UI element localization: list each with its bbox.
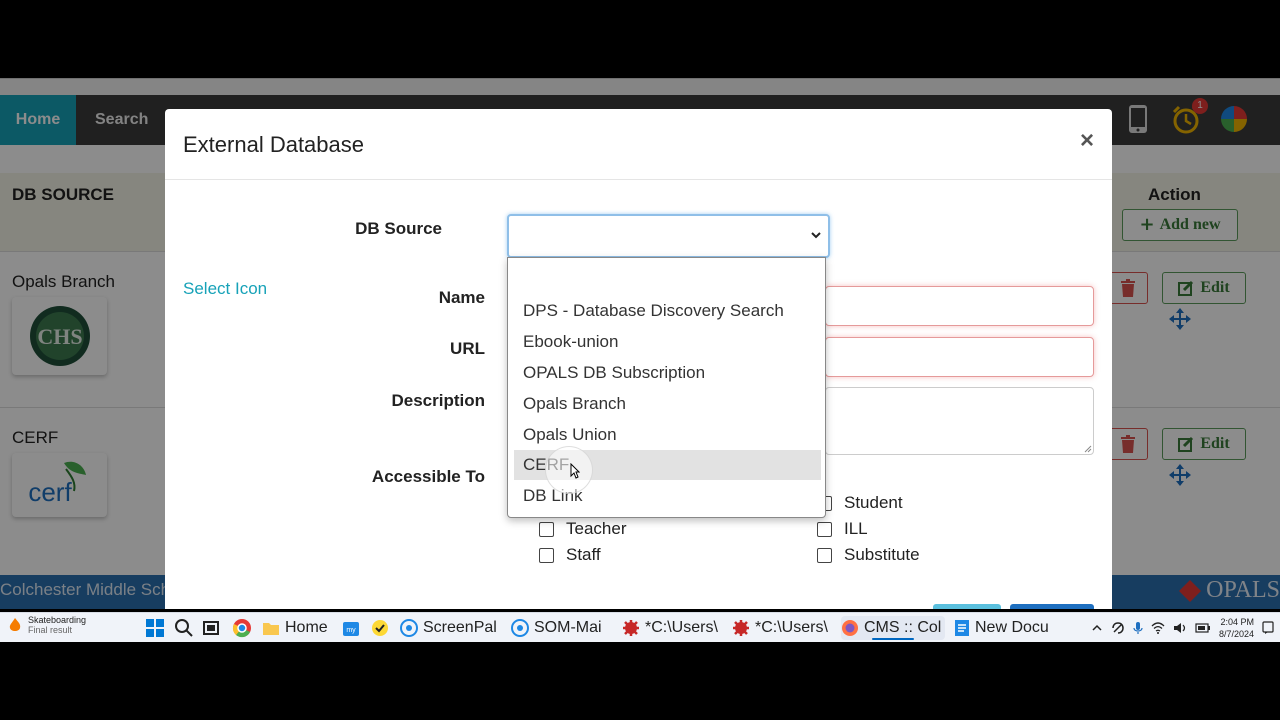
app-label: Home	[285, 619, 328, 636]
screen: Home Search 1 DB SOURCE Action + Add new	[0, 0, 1280, 720]
chevron-down-icon	[811, 232, 821, 239]
notepad-icon	[955, 620, 969, 636]
app-label: *C:\Users\	[645, 619, 718, 636]
screenpal-icon	[511, 619, 529, 637]
taskbar-clock[interactable]: 2:04 PM 8/7/2024	[1219, 616, 1254, 640]
click-highlight	[545, 446, 593, 494]
mouse-cursor-icon	[570, 463, 580, 479]
dropdown-option[interactable]: Opals Union	[514, 420, 821, 450]
staff-checkbox[interactable]: Staff	[539, 545, 601, 565]
widget-subtitle: Final result	[28, 625, 73, 635]
dropdown-option[interactable]: DPS - Database Discovery Search	[514, 296, 821, 326]
description-label: Description	[391, 391, 485, 410]
svg-text:my: my	[346, 627, 356, 634]
checkbox-box[interactable]	[817, 547, 832, 563]
dropdown-option[interactable]: OPALS DB Subscription	[514, 358, 821, 388]
clock-date: 8/7/2024	[1218, 629, 1254, 639]
name-field[interactable]	[825, 286, 1094, 326]
modal-header: External Database ×	[165, 109, 1112, 180]
db-source-select[interactable]	[507, 214, 830, 258]
dropdown-option[interactable]: Opals Branch	[514, 389, 821, 419]
student-checkbox[interactable]: Student	[817, 493, 903, 513]
store-icon[interactable]: my	[341, 618, 361, 638]
task-view-icon[interactable]	[202, 618, 222, 638]
dropdown-option[interactable]	[514, 265, 821, 295]
screenpal-icon	[400, 619, 418, 637]
substitute-checkbox[interactable]: Substitute	[817, 545, 920, 565]
windows-start-icon[interactable]	[145, 618, 165, 638]
substitute-label: Substitute	[844, 545, 920, 564]
flame-icon	[9, 618, 21, 631]
taskbar-app-screenpal[interactable]: ScreenPal	[400, 616, 500, 640]
clock-time: 2:04 PM	[1220, 617, 1254, 627]
firefox-icon	[842, 620, 858, 636]
chevron-up-icon[interactable]	[1091, 622, 1103, 634]
close-icon[interactable]: ×	[1080, 127, 1094, 155]
db-source-label: DB Source	[355, 219, 442, 238]
save-button[interactable]	[1010, 604, 1094, 609]
staff-label: Staff	[566, 545, 601, 564]
taskbar-app-users-1[interactable]: *C:\Users\	[622, 616, 722, 640]
windows-taskbar: Skateboarding Final result Home my Scree…	[0, 612, 1280, 642]
taskbar-widget[interactable]: Skateboarding Final result	[8, 615, 86, 635]
teacher-checkbox[interactable]: Teacher	[539, 519, 626, 539]
app-label: *C:\Users\	[755, 619, 828, 636]
app-label: ScreenPal	[423, 619, 497, 636]
app-label: CMS :: Col	[864, 619, 942, 636]
chrome-icon[interactable]	[232, 618, 252, 638]
url-label: URL	[450, 339, 485, 358]
teacher-label: Teacher	[566, 519, 627, 538]
wifi-icon[interactable]	[1151, 622, 1165, 634]
taskbar-app-cms[interactable]: CMS :: Col	[841, 616, 945, 640]
taskbar-app-home[interactable]: Home	[262, 616, 332, 640]
battery-icon[interactable]	[1195, 623, 1211, 633]
cancel-button[interactable]	[933, 604, 1001, 609]
gear-red-icon	[733, 620, 749, 636]
resize-grip-icon[interactable]	[1084, 445, 1092, 453]
description-field[interactable]	[825, 387, 1094, 455]
checkbox-box[interactable]	[817, 521, 832, 537]
checkbox-box[interactable]	[539, 547, 554, 563]
folder-icon	[263, 623, 279, 635]
search-icon[interactable]	[174, 618, 194, 638]
active-indicator	[872, 638, 914, 640]
app-label: New Docu	[975, 619, 1049, 636]
microphone-icon[interactable]	[1133, 621, 1143, 635]
norton-icon[interactable]	[370, 618, 390, 638]
app-label: SOM-Mai	[534, 619, 602, 636]
speaker-icon[interactable]	[1173, 622, 1187, 634]
notification-icon[interactable]	[1262, 621, 1274, 635]
ill-label: ILL	[844, 519, 868, 538]
taskbar-app-som[interactable]: SOM-Mai	[511, 616, 611, 640]
url-field[interactable]	[825, 337, 1094, 377]
ill-checkbox[interactable]: ILL	[817, 519, 868, 539]
accessible-to-label: Accessible To	[371, 467, 485, 486]
vpn-icon[interactable]	[1111, 621, 1125, 635]
select-icon-link[interactable]: Select Icon	[183, 279, 267, 299]
taskbar-app-users-2[interactable]: *C:\Users\	[732, 616, 832, 640]
system-tray: 2:04 PM 8/7/2024	[1091, 613, 1280, 643]
student-label: Student	[844, 493, 903, 512]
modal-title: External Database	[183, 132, 364, 157]
widget-title: Skateboarding	[28, 615, 87, 625]
dropdown-option[interactable]: Ebook-union	[514, 327, 821, 357]
gear-red-icon	[623, 620, 639, 636]
name-label: Name	[438, 288, 485, 307]
checkbox-box[interactable]	[539, 521, 554, 537]
taskbar-app-newdoc[interactable]: New Docu	[954, 616, 1054, 640]
